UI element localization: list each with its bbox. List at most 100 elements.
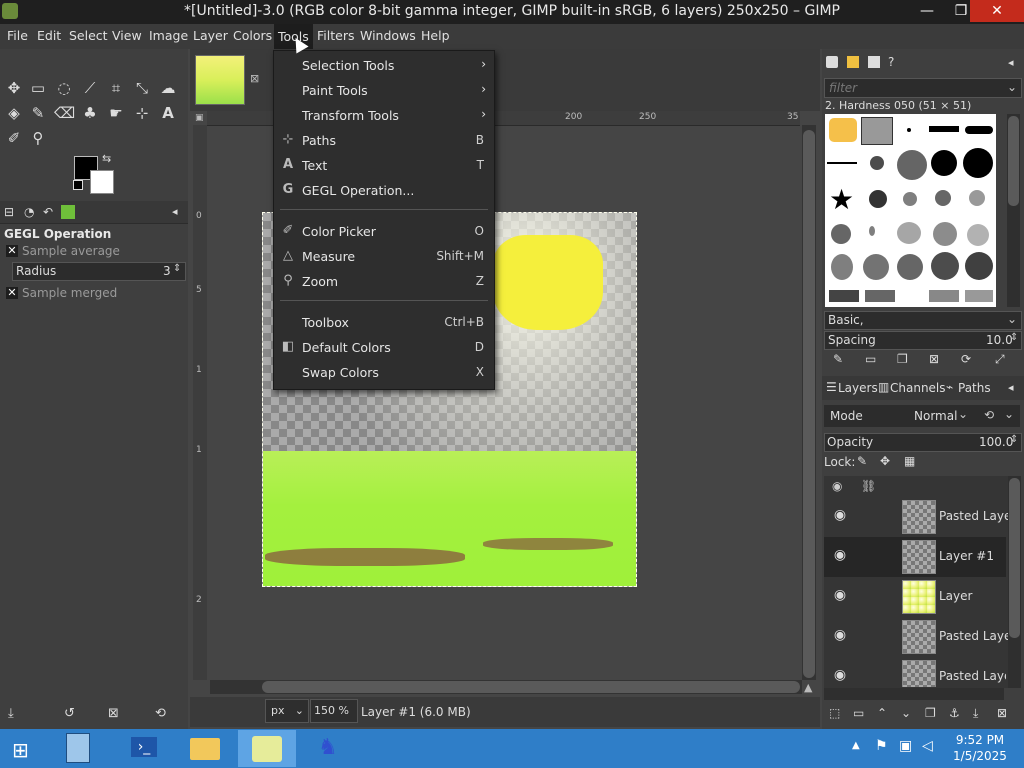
canvas-vertical-scroll-thumb[interactable]: [803, 130, 815, 678]
start-button[interactable]: ⊞: [0, 730, 50, 767]
brush-grid[interactable]: ★: [825, 114, 996, 307]
eye-icon[interactable]: ◉: [830, 627, 850, 643]
paths-tab-icon[interactable]: ⌁: [946, 380, 953, 394]
menu-edit[interactable]: Edit: [37, 28, 61, 43]
layer-row-selected[interactable]: ◉ Layer #1: [824, 537, 1006, 577]
smudge-tool-icon[interactable]: ☛: [106, 103, 126, 123]
brush-item[interactable]: [897, 254, 923, 280]
brush-item[interactable]: [931, 252, 959, 280]
open-brush-as-image-icon[interactable]: ⤢: [995, 352, 1005, 367]
undo-history-tab-icon[interactable]: ↶: [43, 205, 53, 219]
brush-item[interactable]: [869, 190, 887, 208]
new-layer-group-icon[interactable]: ▭: [853, 706, 864, 720]
channels-tab-icon[interactable]: ▥: [878, 380, 889, 394]
rect-select-tool-icon[interactable]: ▭: [28, 78, 48, 98]
menu-item-swap-colors[interactable]: Swap Colors X: [274, 361, 494, 385]
image-tab-thumbnail[interactable]: [195, 55, 245, 105]
taskbar-file-explorer[interactable]: [176, 730, 234, 767]
volume-icon[interactable]: ◁: [922, 738, 933, 754]
menu-file[interactable]: File: [7, 28, 28, 43]
layer-row[interactable]: ◉ Pasted Layer: [824, 497, 1016, 537]
sample-average-checkbox[interactable]: ✕: [6, 245, 18, 257]
mode-value[interactable]: Normal: [914, 409, 957, 423]
brush-item[interactable]: [963, 148, 993, 178]
unified-transform-tool-icon[interactable]: ⤡: [132, 78, 152, 98]
menu-item-selection-tools[interactable]: Selection Tools ›: [274, 54, 494, 78]
minimize-button[interactable]: —: [910, 0, 944, 22]
brush-item[interactable]: [935, 190, 951, 206]
refresh-brushes-icon[interactable]: ⟳: [961, 352, 971, 366]
lower-layer-icon[interactable]: ⌄: [901, 706, 911, 720]
spin-arrows-icon[interactable]: ⇕: [1010, 332, 1018, 343]
crop-tool-icon[interactable]: ⌗: [106, 78, 126, 98]
menu-item-color-picker[interactable]: ✐ Color Picker O: [274, 220, 494, 244]
menu-item-text[interactable]: A Text T: [274, 154, 494, 178]
raise-layer-icon[interactable]: ⌃: [877, 706, 887, 720]
brush-item[interactable]: [829, 290, 859, 302]
tool-options-tab-icon[interactable]: ⊟: [4, 205, 14, 219]
close-button[interactable]: ✕: [970, 0, 1024, 22]
menu-select[interactable]: Select: [69, 28, 108, 43]
paths-tool-icon[interactable]: ⊹: [132, 103, 152, 123]
fonts-tab-icon[interactable]: [868, 56, 880, 68]
brush-item[interactable]: [827, 162, 857, 164]
canvas-horizontal-scroll-thumb[interactable]: [262, 681, 800, 693]
show-hidden-icons-icon[interactable]: ▲: [852, 740, 860, 751]
menu-item-default-colors[interactable]: ◧ Default Colors D: [274, 336, 494, 360]
images-tab-icon[interactable]: [61, 205, 75, 219]
brush-item[interactable]: [965, 126, 993, 134]
eraser-tool-icon[interactable]: ⌫: [54, 103, 75, 123]
configure-layers-icon[interactable]: ◂: [1008, 381, 1014, 394]
taskbar-app[interactable]: ♞: [298, 730, 356, 767]
clock-time[interactable]: 9:52 PM: [944, 733, 1016, 747]
fuzzy-select-tool-icon[interactable]: ⟋: [80, 78, 100, 98]
brush-item[interactable]: [965, 290, 993, 302]
zoom-tool-icon[interactable]: ⚲: [28, 128, 48, 148]
close-image-tab-icon[interactable]: ⊠: [250, 72, 259, 85]
brush-item-selected[interactable]: [897, 150, 927, 180]
duplicate-brush-icon[interactable]: ❐: [897, 352, 908, 366]
layers-tab-icon[interactable]: ☰: [826, 380, 837, 394]
menu-item-zoom[interactable]: ⚲ Zoom Z: [274, 270, 494, 294]
menu-view[interactable]: View: [112, 28, 142, 43]
delete-tool-preset-icon[interactable]: ⊠: [108, 706, 119, 721]
menu-item-gegl-operation[interactable]: G GEGL Operation...: [274, 179, 494, 203]
tab-paths[interactable]: Paths: [958, 381, 991, 395]
taskbar-powershell[interactable]: ›_: [116, 730, 174, 767]
clone-tool-icon[interactable]: ♣: [80, 103, 100, 123]
radius-spin-field[interactable]: Radius 3 ⇕: [12, 262, 186, 281]
new-layer-icon[interactable]: ⬚: [829, 706, 840, 720]
merge-layer-icon[interactable]: ⤓: [973, 706, 978, 721]
brush-filter-input[interactable]: filter ⌄: [824, 78, 1022, 98]
lock-pixels-icon[interactable]: ✎: [857, 454, 867, 468]
move-tool-icon[interactable]: ✥: [4, 78, 24, 98]
spin-arrows-icon[interactable]: ⇕: [173, 263, 181, 274]
layer-row[interactable]: ◉ Pasted Layer: [824, 657, 1006, 687]
background-color-swatch[interactable]: [90, 170, 114, 194]
brush-item[interactable]: [861, 117, 893, 145]
brush-item[interactable]: [863, 254, 889, 280]
eye-icon[interactable]: ◉: [830, 547, 850, 563]
lock-alpha-icon[interactable]: ▦: [904, 454, 915, 468]
brush-item[interactable]: ★: [829, 186, 854, 214]
layer-mode-row[interactable]: Mode Normal ⌄ ⟲ ⌄: [824, 405, 1020, 427]
reset-tool-options-icon[interactable]: ⟲: [155, 706, 166, 721]
layers-scroll-thumb[interactable]: [1009, 478, 1020, 638]
bucket-fill-tool-icon[interactable]: ◈: [4, 103, 24, 123]
taskbar-gimp[interactable]: [238, 730, 296, 767]
brush-item[interactable]: [933, 222, 957, 246]
brush-grid-scroll-thumb[interactable]: [1008, 116, 1019, 206]
sample-merged-checkbox[interactable]: ✕: [6, 287, 18, 299]
unit-select[interactable]: px ⌄: [265, 699, 309, 723]
brush-item[interactable]: [907, 128, 911, 132]
menu-item-transform-tools[interactable]: Transform Tools ›: [274, 104, 494, 128]
menu-item-measure[interactable]: △ Measure Shift+M: [274, 245, 494, 269]
text-tool-icon[interactable]: A: [158, 103, 178, 123]
brush-item[interactable]: [903, 192, 917, 206]
menu-item-paths[interactable]: ⊹ Paths B: [274, 129, 494, 153]
network-icon[interactable]: ▣: [899, 738, 912, 754]
layer-row[interactable]: ◉ Pasted Layer: [824, 617, 1016, 657]
brush-item[interactable]: [967, 224, 989, 246]
save-tool-preset-icon[interactable]: ⤓: [8, 706, 14, 721]
layer-opacity-field[interactable]: Opacity 100.0 ⇕: [824, 433, 1022, 452]
